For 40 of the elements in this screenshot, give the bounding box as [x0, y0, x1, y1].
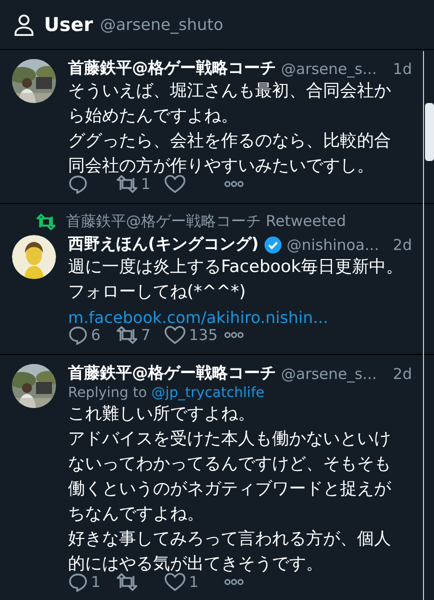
author-name[interactable]: 西野えほん(キングコング) — [68, 234, 259, 255]
user-handle: @arsene_shuto — [100, 15, 224, 34]
user-icon — [14, 14, 34, 36]
reply-icon[interactable] — [68, 325, 88, 345]
heart-icon[interactable] — [164, 572, 186, 592]
tweet-text: ググったら、会社を作るのなら、比較的合同会社の方が作りやすいみたいですし。 — [68, 130, 392, 178]
tweet-text: 週に一度は炎上するFacebook毎日更新中。 — [68, 256, 404, 279]
action-count: 1 — [141, 175, 151, 193]
author-handle: @arsene_s... — [281, 60, 377, 78]
heart-icon[interactable] — [164, 174, 186, 194]
page-title: User — [44, 14, 93, 36]
replying-to-text: Replying to @jp_trycatchlife — [68, 384, 266, 402]
avatar[interactable] — [12, 235, 56, 279]
reply-icon[interactable] — [68, 174, 88, 194]
reply-icon[interactable] — [68, 572, 88, 592]
tweet-text: 好きな事してみろって言われる方が、個人的にはやる気が出てきそうです。 — [68, 528, 392, 576]
more-icon[interactable] — [224, 180, 244, 188]
mention-link[interactable]: @jp_trycatchlife — [151, 385, 264, 401]
retweet-icon[interactable] — [116, 174, 138, 194]
retweet-icon — [36, 212, 56, 230]
more-icon[interactable] — [224, 331, 244, 339]
author-handle: @arsene_s... — [281, 364, 377, 382]
action-count: 1 — [189, 573, 199, 591]
more-icon[interactable] — [224, 578, 244, 586]
action-count: 1 — [91, 573, 101, 591]
timestamp[interactable]: 2d — [392, 364, 412, 382]
timestamp[interactable]: 2d — [392, 236, 412, 254]
scrollbar-thumb[interactable] — [425, 103, 434, 161]
author-name[interactable]: 首藤鉄平@格ゲー戦略コーチ — [68, 58, 276, 79]
tweet-text: アドバイスを受けた本人も働かないといけないってわかってるんですけど、そもそも働くというのがネガティブワードと捉えがちなんですよね。 — [68, 428, 392, 526]
tweet-text: そういえば、堀江さんも最初、合同会社から始めたんですよね。 — [68, 80, 392, 128]
tweet-text: これ難しい所ですよね。 — [68, 403, 256, 426]
retweet-label: 首藤鉄平@格ゲー戦略コーチ Retweeted — [66, 212, 346, 231]
retweet-icon[interactable] — [116, 325, 138, 345]
author-handle: @nishinoa... — [286, 236, 379, 254]
author-name[interactable]: 首藤鉄平@格ゲー戦略コーチ — [68, 363, 276, 384]
heart-icon[interactable] — [164, 325, 186, 345]
tweet-text: フォローしてね(*^^*) — [68, 281, 247, 304]
timestamp[interactable]: 1d — [392, 60, 412, 78]
retweet-icon[interactable] — [116, 572, 138, 592]
